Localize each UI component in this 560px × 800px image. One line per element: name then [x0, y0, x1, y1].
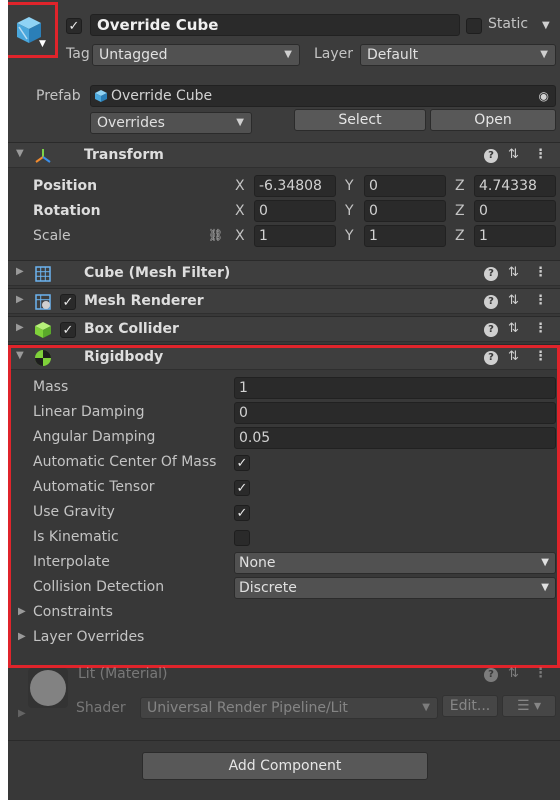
- position-x-label: X: [235, 178, 245, 194]
- layer-dropdown[interactable]: Default ▼: [360, 44, 556, 66]
- shader-dropdown[interactable]: Universal Render Pipeline/Lit ▼: [140, 697, 438, 719]
- material-title: Lit (Material): [78, 666, 168, 682]
- prefab-asset-field[interactable]: Override Cube ◉: [90, 85, 556, 107]
- rotation-y-field[interactable]: 0: [364, 200, 446, 222]
- transform-title: Transform: [84, 147, 164, 163]
- chevron-down-icon: ▼: [422, 702, 430, 713]
- mesh-renderer-title: Mesh Renderer: [84, 293, 204, 309]
- preset-icon[interactable]: ⇅: [508, 321, 519, 336]
- gameobject-icon-selector[interactable]: ▼: [8, 2, 58, 58]
- transform-icon: [35, 149, 51, 163]
- active-checkbox[interactable]: ✓: [66, 18, 82, 34]
- more-options-icon[interactable]: ⋮: [534, 666, 547, 681]
- tag-label: Tag: [66, 46, 90, 62]
- scale-x-label: X: [235, 228, 245, 244]
- position-y-label: Y: [345, 178, 354, 194]
- divider: [8, 740, 560, 741]
- prefab-cube-icon: [95, 90, 107, 102]
- box-collider-enabled-checkbox[interactable]: ✓: [60, 322, 76, 338]
- chevron-down-icon: ▼: [540, 49, 548, 60]
- rotation-z-label: Z: [455, 203, 465, 219]
- preset-icon[interactable]: ⇅: [508, 293, 519, 308]
- help-icon[interactable]: ?: [484, 668, 498, 682]
- scale-label: Scale: [33, 228, 71, 244]
- rotation-z-field[interactable]: 0: [474, 200, 556, 222]
- foldout-open-icon[interactable]: ▼: [16, 148, 24, 159]
- overrides-dropdown[interactable]: Overrides ▼: [90, 112, 252, 134]
- foldout-closed-icon[interactable]: ▶: [16, 266, 24, 277]
- component-tools: ? ⇅ ⋮: [484, 293, 554, 311]
- position-z-field[interactable]: 4.74338: [474, 175, 556, 197]
- position-x-field[interactable]: -6.34808: [254, 175, 336, 197]
- help-icon[interactable]: ?: [484, 267, 498, 281]
- shader-label: Shader: [76, 700, 126, 716]
- object-name-field[interactable]: Override Cube: [90, 14, 460, 36]
- shader-options-button[interactable]: ☰ ▾: [502, 695, 556, 717]
- preset-icon[interactable]: ⇅: [508, 265, 519, 280]
- add-component-button[interactable]: Add Component: [142, 752, 428, 780]
- edit-shader-button[interactable]: Edit...: [442, 695, 498, 717]
- component-tools: ? ⇅ ⋮: [484, 666, 554, 684]
- transform-body: Position X -6.34808 Y 0 Z 4.74338 Rotati…: [8, 168, 560, 252]
- list-icon: ☰ ▾: [516, 698, 542, 714]
- open-button[interactable]: Open: [430, 109, 556, 131]
- caret-down-icon: ▼: [39, 39, 46, 49]
- rotation-y-label: Y: [345, 203, 354, 219]
- chevron-down-icon: ▼: [236, 117, 244, 128]
- material-section: Lit (Material) ▶ Shader Universal Render…: [8, 660, 560, 740]
- mesh-filter-icon: [35, 266, 51, 282]
- inspector-panel: ▼ ✓ Override Cube Static ▼ Tag Untagged ▼…: [8, 0, 560, 800]
- more-options-icon[interactable]: ⋮: [534, 265, 547, 280]
- tag-dropdown[interactable]: Untagged ▼: [92, 44, 300, 66]
- position-label: Position: [33, 178, 98, 194]
- box-collider-icon: [35, 322, 51, 338]
- position-y-field[interactable]: 0: [364, 175, 446, 197]
- static-dropdown-icon[interactable]: ▼: [542, 20, 550, 31]
- box-collider-header[interactable]: ▶ ✓ Box Collider ? ⇅ ⋮: [8, 316, 560, 342]
- transform-header[interactable]: ▼ Transform ? ⇅ ⋮: [8, 142, 560, 168]
- mesh-renderer-header[interactable]: ▶ ✓ Mesh Renderer ? ⇅ ⋮: [8, 288, 560, 314]
- mesh-filter-header[interactable]: ▶ Cube (Mesh Filter) ? ⇅ ⋮: [8, 260, 560, 286]
- material-preview-icon: [28, 668, 68, 708]
- rotation-x-label: X: [235, 203, 245, 219]
- chevron-down-icon: ▼: [284, 49, 292, 60]
- scale-z-label: Z: [455, 228, 465, 244]
- component-tools: ? ⇅ ⋮: [484, 147, 554, 165]
- unlinked-scale-icon[interactable]: ⛓: [208, 228, 223, 242]
- help-icon[interactable]: ?: [484, 295, 498, 309]
- help-icon[interactable]: ?: [484, 149, 498, 163]
- static-label: Static: [488, 16, 529, 32]
- rigidbody-highlight-frame: [8, 345, 560, 668]
- layer-label: Layer: [314, 46, 354, 62]
- preset-icon[interactable]: ⇅: [508, 666, 519, 681]
- static-checkbox[interactable]: [466, 18, 482, 34]
- mesh-renderer-icon: [35, 294, 51, 310]
- gameobject-header: ▼ ✓ Override Cube Static ▼ Tag Untagged ▼…: [8, 0, 560, 80]
- preset-icon[interactable]: ⇅: [508, 147, 519, 162]
- prefab-label: Prefab: [36, 88, 81, 104]
- foldout-closed-icon[interactable]: ▶: [18, 708, 26, 719]
- rotation-label: Rotation: [33, 203, 101, 219]
- mesh-filter-title: Cube (Mesh Filter): [84, 265, 231, 281]
- box-collider-title: Box Collider: [84, 321, 179, 337]
- scale-y-field[interactable]: 1: [364, 225, 446, 247]
- more-options-icon[interactable]: ⋮: [534, 147, 547, 162]
- scale-x-field[interactable]: 1: [254, 225, 336, 247]
- scale-z-field[interactable]: 1: [474, 225, 556, 247]
- component-tools: ? ⇅ ⋮: [484, 265, 554, 283]
- prefab-section: Prefab Override Cube ◉ Overrides ▼ Select…: [8, 80, 560, 142]
- target-icon[interactable]: ◉: [539, 86, 549, 106]
- more-options-icon[interactable]: ⋮: [534, 293, 547, 308]
- foldout-closed-icon[interactable]: ▶: [16, 322, 24, 333]
- component-tools: ? ⇅ ⋮: [484, 321, 554, 339]
- rotation-x-field[interactable]: 0: [254, 200, 336, 222]
- position-z-label: Z: [455, 178, 465, 194]
- help-icon[interactable]: ?: [484, 323, 498, 337]
- more-options-icon[interactable]: ⋮: [534, 321, 547, 336]
- scale-y-label: Y: [345, 228, 354, 244]
- mesh-renderer-enabled-checkbox[interactable]: ✓: [60, 294, 76, 310]
- foldout-closed-icon[interactable]: ▶: [16, 294, 24, 305]
- select-button[interactable]: Select: [294, 109, 426, 131]
